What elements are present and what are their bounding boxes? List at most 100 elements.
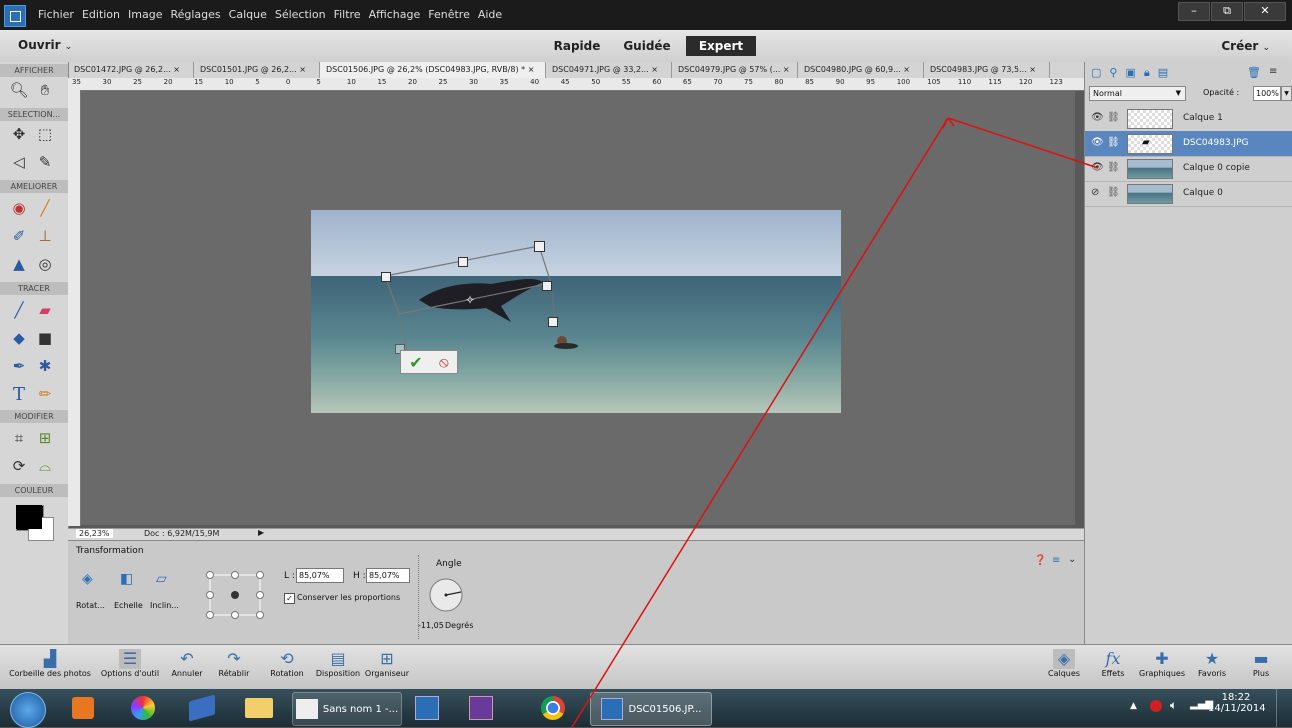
opacity-field[interactable]: 100%: [1253, 86, 1281, 101]
menu-aide[interactable]: Aide: [478, 8, 502, 21]
link-icon[interactable]: ⛓︎: [1107, 112, 1120, 123]
angle-value[interactable]: -11,05: [418, 621, 444, 630]
show-desktop-button[interactable]: [1276, 689, 1291, 727]
red-eye-icon[interactable]: ◉: [8, 198, 30, 218]
trash-icon[interactable]: 🗑︎: [1247, 66, 1261, 79]
magic-wand-icon[interactable]: ✎: [34, 152, 56, 172]
layers-toolbar-icons[interactable]: ▢⚲▣🔒︎▤: [1091, 66, 1176, 80]
menu-reglages[interactable]: Réglages: [170, 8, 220, 21]
visibility-eye-icon[interactable]: 👁︎: [1091, 137, 1104, 148]
layers-button[interactable]: ◈ Calques: [1040, 649, 1088, 678]
transform-handle[interactable]: [542, 281, 552, 291]
tray-arrow-icon[interactable]: ▲: [1130, 701, 1137, 711]
menu-filtre[interactable]: Filtre: [334, 8, 361, 21]
cancel-icon[interactable]: ⦸: [439, 353, 449, 371]
effects-button[interactable]: fx Effets: [1096, 649, 1130, 678]
menu-selection[interactable]: Sélection: [275, 8, 326, 21]
text-tool-icon[interactable]: T: [8, 384, 30, 405]
tool-options-button[interactable]: ☰ Options d'outil: [96, 649, 164, 678]
tab-document[interactable]: DSC04983.JPG @ 73,5... ×: [924, 62, 1050, 78]
chrome-icon[interactable]: [534, 692, 572, 724]
hidden-eye-icon[interactable]: ⊘: [1091, 187, 1099, 198]
layout-button[interactable]: ▤ Disposition: [310, 649, 366, 678]
taskbar-sans-nom[interactable]: Sans nom 1 -...: [292, 692, 402, 726]
visibility-eye-icon[interactable]: 👁︎: [1091, 162, 1104, 173]
zoom-value[interactable]: 26,23%: [76, 529, 113, 538]
help-icon[interactable]: ❓: [1034, 555, 1046, 566]
recompose-tool-icon[interactable]: ⊞: [34, 428, 56, 448]
blur-tool-icon[interactable]: ▲: [8, 254, 30, 274]
folder-icon[interactable]: [238, 692, 280, 724]
organizer-button[interactable]: ⊞ Organiseur: [362, 649, 412, 678]
mode-rapide[interactable]: Rapide: [548, 36, 606, 56]
close-button[interactable]: ✕: [1244, 2, 1286, 21]
favorites-button[interactable]: ★ Favoris: [1192, 649, 1232, 678]
smart-brush-icon[interactable]: ✐: [8, 226, 30, 246]
shape-tool-icon[interactable]: ✱: [34, 356, 56, 376]
picasa-icon[interactable]: [124, 692, 162, 724]
paint-bucket-icon[interactable]: ◆: [8, 328, 30, 348]
create-button[interactable]: Créer ⌄: [1221, 39, 1270, 53]
visibility-eye-icon[interactable]: 👁︎: [1091, 112, 1104, 123]
hand-tool-icon[interactable]: ✋︎: [34, 80, 56, 100]
tab-document[interactable]: DSC04979.JPG @ 57% (... ×: [672, 62, 798, 78]
taskbar-app-icon[interactable]: [66, 692, 100, 724]
opacity-dropdown-icon[interactable]: ▼: [1281, 86, 1292, 101]
mode-guidee[interactable]: Guidée: [614, 36, 680, 56]
keep-proportions-checkbox[interactable]: ✓: [284, 593, 295, 604]
tab-document[interactable]: DSC04980.JPG @ 60,9... ×: [798, 62, 924, 78]
rotate-button[interactable]: ⟲ Rotation: [264, 649, 310, 678]
layer-row[interactable]: ⊘ ⛓︎ Calque 0: [1085, 181, 1292, 207]
menu-calque[interactable]: Calque: [229, 8, 267, 21]
angle-dial[interactable]: [428, 577, 464, 613]
menu-fichier[interactable]: Fichier: [38, 8, 74, 21]
tab-document[interactable]: DSC04971.JPG @ 33,2... ×: [546, 62, 672, 78]
move-tool-icon[interactable]: ✥: [8, 124, 30, 144]
transform-handle[interactable]: [458, 257, 468, 267]
straighten-tool-icon[interactable]: ⌓: [34, 456, 56, 476]
redo-button[interactable]: ↷ Rétablir: [212, 649, 256, 678]
photo-image[interactable]: ✧ ✔ ⦸: [311, 210, 841, 413]
eyedropper-icon[interactable]: ✒: [8, 356, 30, 376]
undo-button[interactable]: ↶ Annuler: [166, 649, 208, 678]
tab-document-active[interactable]: DSC01506.JPG @ 26,2% (DSC04983.JPG, RVB/…: [320, 62, 546, 78]
content-move-icon[interactable]: ⟳: [8, 456, 30, 476]
scale-label[interactable]: Echelle: [114, 601, 143, 610]
link-icon[interactable]: ⛓︎: [1107, 137, 1120, 148]
rotate-label[interactable]: Rotat...: [76, 601, 105, 610]
menu-fenetre[interactable]: Fenêtre: [428, 8, 470, 21]
zoom-tool-icon[interactable]: 🔍︎: [8, 80, 30, 100]
start-button[interactable]: [10, 692, 46, 728]
tab-document[interactable]: DSC01501.JPG @ 26,2... ×: [194, 62, 320, 78]
eraser-tool-icon[interactable]: ▰: [34, 300, 56, 320]
transform-handle[interactable]: [534, 241, 545, 252]
elements-icon[interactable]: [410, 692, 444, 724]
crop-tool-icon[interactable]: ⌗: [8, 428, 30, 448]
brush-heal-icon[interactable]: ╱: [34, 198, 56, 218]
more-button[interactable]: ▬ Plus: [1244, 649, 1278, 678]
marquee-tool-icon[interactable]: ⬚: [34, 124, 56, 144]
menu-affichage[interactable]: Affichage: [369, 8, 421, 21]
rotate-icon[interactable]: ◈: [82, 571, 93, 587]
chevron-down-icon[interactable]: ⌄: [1068, 554, 1076, 565]
height-field[interactable]: 85,07%: [366, 568, 410, 583]
premiere-icon[interactable]: [464, 692, 498, 724]
menu-image[interactable]: Image: [128, 8, 162, 21]
layer-row[interactable]: 👁︎ ⛓︎ Calque 0 copie: [1085, 156, 1292, 182]
clock[interactable]: 18:22 14/11/2014: [1208, 692, 1266, 714]
book-icon[interactable]: [182, 692, 222, 724]
transform-handle[interactable]: [548, 317, 558, 327]
pencil-tool-icon[interactable]: ✏︎: [34, 384, 56, 404]
minimize-button[interactable]: –: [1178, 2, 1210, 21]
scale-icon[interactable]: ◧: [120, 571, 133, 587]
lasso-tool-icon[interactable]: ◁: [8, 152, 30, 172]
taskbar-dsc01506[interactable]: DSC01506.JP...: [590, 692, 712, 726]
commit-check-icon[interactable]: ✔: [409, 353, 422, 372]
link-icon[interactable]: ⛓︎: [1107, 187, 1120, 198]
mode-expert[interactable]: Expert: [686, 36, 756, 56]
restore-button[interactable]: ⧉: [1211, 2, 1243, 21]
blend-mode-select[interactable]: Normal ▼: [1089, 86, 1186, 101]
width-field[interactable]: 85,07%: [296, 568, 344, 583]
reference-point-grid[interactable]: [202, 567, 268, 623]
tab-document[interactable]: DSC01472.JPG @ 26,2... ×: [68, 62, 194, 78]
